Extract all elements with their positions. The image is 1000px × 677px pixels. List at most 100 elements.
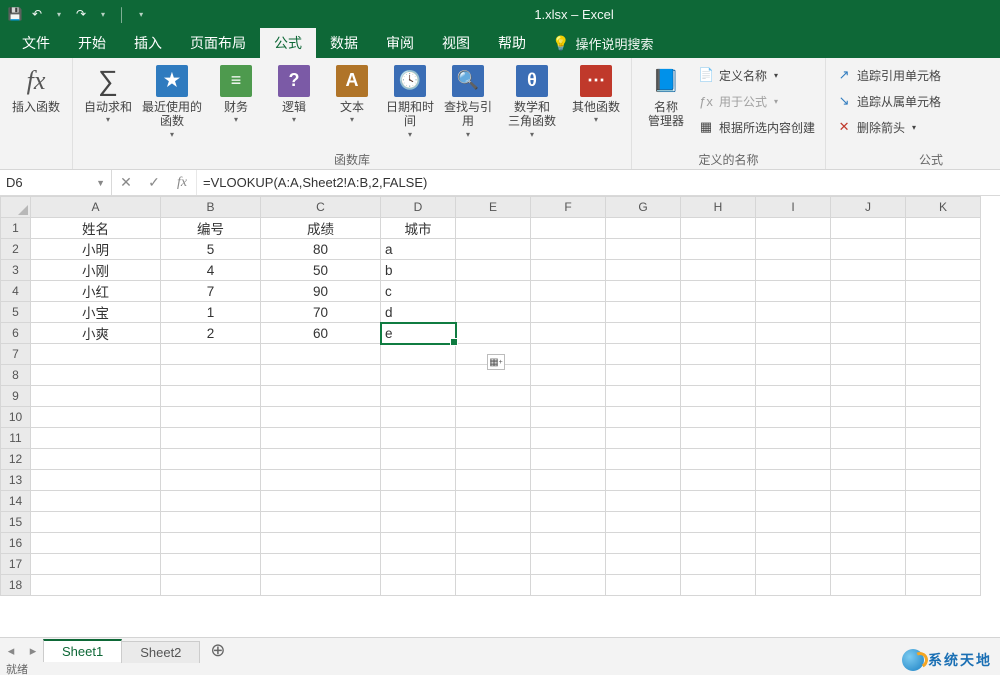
redo-icon[interactable]: ↷ bbox=[72, 5, 90, 23]
cell-E4[interactable] bbox=[456, 281, 531, 302]
cell-A16[interactable] bbox=[31, 533, 161, 554]
sheet-nav-prev[interactable]: ◂ bbox=[0, 643, 22, 659]
cell-H18[interactable] bbox=[681, 575, 756, 596]
fn-lib-0[interactable]: ∑自动求和▾ bbox=[79, 60, 137, 125]
cell-I1[interactable] bbox=[756, 218, 831, 239]
tab-help[interactable]: 帮助 bbox=[484, 28, 540, 58]
cell-J8[interactable] bbox=[831, 365, 906, 386]
cell-G11[interactable] bbox=[606, 428, 681, 449]
cell-J13[interactable] bbox=[831, 470, 906, 491]
cell-C15[interactable] bbox=[261, 512, 381, 533]
cell-D16[interactable] bbox=[381, 533, 456, 554]
col-header-K[interactable]: K bbox=[906, 197, 981, 218]
cell-B14[interactable] bbox=[161, 491, 261, 512]
tab-home[interactable]: 开始 bbox=[64, 28, 120, 58]
row-header-11[interactable]: 11 bbox=[1, 428, 31, 449]
cell-I17[interactable] bbox=[756, 554, 831, 575]
cell-J15[interactable] bbox=[831, 512, 906, 533]
cell-F10[interactable] bbox=[531, 407, 606, 428]
cell-D12[interactable] bbox=[381, 449, 456, 470]
row-header-8[interactable]: 8 bbox=[1, 365, 31, 386]
cell-E2[interactable] bbox=[456, 239, 531, 260]
cell-F2[interactable] bbox=[531, 239, 606, 260]
col-header-D[interactable]: D bbox=[381, 197, 456, 218]
col-header-I[interactable]: I bbox=[756, 197, 831, 218]
undo-more-icon[interactable]: ▾ bbox=[50, 5, 68, 23]
cell-I7[interactable] bbox=[756, 344, 831, 365]
row-header-15[interactable]: 15 bbox=[1, 512, 31, 533]
cell-G4[interactable] bbox=[606, 281, 681, 302]
cell-A12[interactable] bbox=[31, 449, 161, 470]
row-header-7[interactable]: 7 bbox=[1, 344, 31, 365]
cell-D1[interactable]: 城市 bbox=[381, 218, 456, 239]
cell-E11[interactable] bbox=[456, 428, 531, 449]
cell-D7[interactable] bbox=[381, 344, 456, 365]
select-all-corner[interactable] bbox=[1, 197, 31, 218]
name-box[interactable]: D6 ▼ bbox=[0, 170, 112, 195]
cell-F1[interactable] bbox=[531, 218, 606, 239]
row-header-1[interactable]: 1 bbox=[1, 218, 31, 239]
sheet-nav-next[interactable]: ▸ bbox=[22, 643, 44, 659]
cell-E12[interactable] bbox=[456, 449, 531, 470]
cell-C14[interactable] bbox=[261, 491, 381, 512]
cell-D2[interactable]: a bbox=[381, 239, 456, 260]
cell-K4[interactable] bbox=[906, 281, 981, 302]
cell-D17[interactable] bbox=[381, 554, 456, 575]
accept-formula-button[interactable]: ✓ bbox=[140, 174, 168, 191]
cell-J16[interactable] bbox=[831, 533, 906, 554]
cell-F12[interactable] bbox=[531, 449, 606, 470]
save-icon[interactable]: 💾 bbox=[6, 5, 24, 23]
cell-B17[interactable] bbox=[161, 554, 261, 575]
cell-K1[interactable] bbox=[906, 218, 981, 239]
cell-K9[interactable] bbox=[906, 386, 981, 407]
col-header-G[interactable]: G bbox=[606, 197, 681, 218]
cell-F5[interactable] bbox=[531, 302, 606, 323]
cell-B1[interactable]: 编号 bbox=[161, 218, 261, 239]
cell-H16[interactable] bbox=[681, 533, 756, 554]
row-header-5[interactable]: 5 bbox=[1, 302, 31, 323]
cell-A7[interactable] bbox=[31, 344, 161, 365]
insert-function-button[interactable]: fx 插入函数 bbox=[6, 60, 66, 114]
cell-D5[interactable]: d bbox=[381, 302, 456, 323]
cell-G16[interactable] bbox=[606, 533, 681, 554]
cell-F8[interactable] bbox=[531, 365, 606, 386]
cell-C9[interactable] bbox=[261, 386, 381, 407]
cell-D11[interactable] bbox=[381, 428, 456, 449]
row-header-16[interactable]: 16 bbox=[1, 533, 31, 554]
cell-C3[interactable]: 50 bbox=[261, 260, 381, 281]
cell-C11[interactable] bbox=[261, 428, 381, 449]
formula-input[interactable]: =VLOOKUP(A:A,Sheet2!A:B,2,FALSE) bbox=[196, 170, 1000, 195]
cell-H3[interactable] bbox=[681, 260, 756, 281]
cell-H1[interactable] bbox=[681, 218, 756, 239]
cell-I4[interactable] bbox=[756, 281, 831, 302]
cell-B9[interactable] bbox=[161, 386, 261, 407]
cell-J1[interactable] bbox=[831, 218, 906, 239]
cell-F9[interactable] bbox=[531, 386, 606, 407]
cell-K14[interactable] bbox=[906, 491, 981, 512]
cell-F6[interactable] bbox=[531, 323, 606, 344]
col-header-H[interactable]: H bbox=[681, 197, 756, 218]
trace-precedents-button[interactable]: ↗追踪引用单元格 bbox=[836, 62, 941, 88]
row-header-17[interactable]: 17 bbox=[1, 554, 31, 575]
cell-K17[interactable] bbox=[906, 554, 981, 575]
cell-K3[interactable] bbox=[906, 260, 981, 281]
cell-A3[interactable]: 小刚 bbox=[31, 260, 161, 281]
cell-E17[interactable] bbox=[456, 554, 531, 575]
cell-J6[interactable] bbox=[831, 323, 906, 344]
cell-J7[interactable] bbox=[831, 344, 906, 365]
cell-H15[interactable] bbox=[681, 512, 756, 533]
cell-C4[interactable]: 90 bbox=[261, 281, 381, 302]
cell-G7[interactable] bbox=[606, 344, 681, 365]
cell-G10[interactable] bbox=[606, 407, 681, 428]
cell-A8[interactable] bbox=[31, 365, 161, 386]
qat-customize-icon[interactable]: ▾ bbox=[132, 5, 150, 23]
cell-A5[interactable]: 小宝 bbox=[31, 302, 161, 323]
tab-data[interactable]: 数据 bbox=[316, 28, 372, 58]
cell-B7[interactable] bbox=[161, 344, 261, 365]
cell-B4[interactable]: 7 bbox=[161, 281, 261, 302]
cell-B13[interactable] bbox=[161, 470, 261, 491]
row-header-18[interactable]: 18 bbox=[1, 575, 31, 596]
tab-view[interactable]: 视图 bbox=[428, 28, 484, 58]
cell-A15[interactable] bbox=[31, 512, 161, 533]
fn-lib-4[interactable]: A文本▾ bbox=[323, 60, 381, 125]
